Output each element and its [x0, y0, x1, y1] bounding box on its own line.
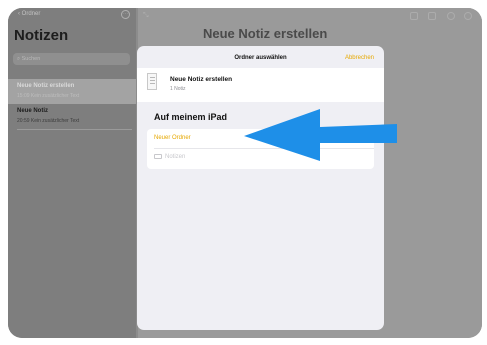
blue-arrow-annotation: [244, 109, 397, 161]
arrow-shape: [244, 109, 397, 161]
